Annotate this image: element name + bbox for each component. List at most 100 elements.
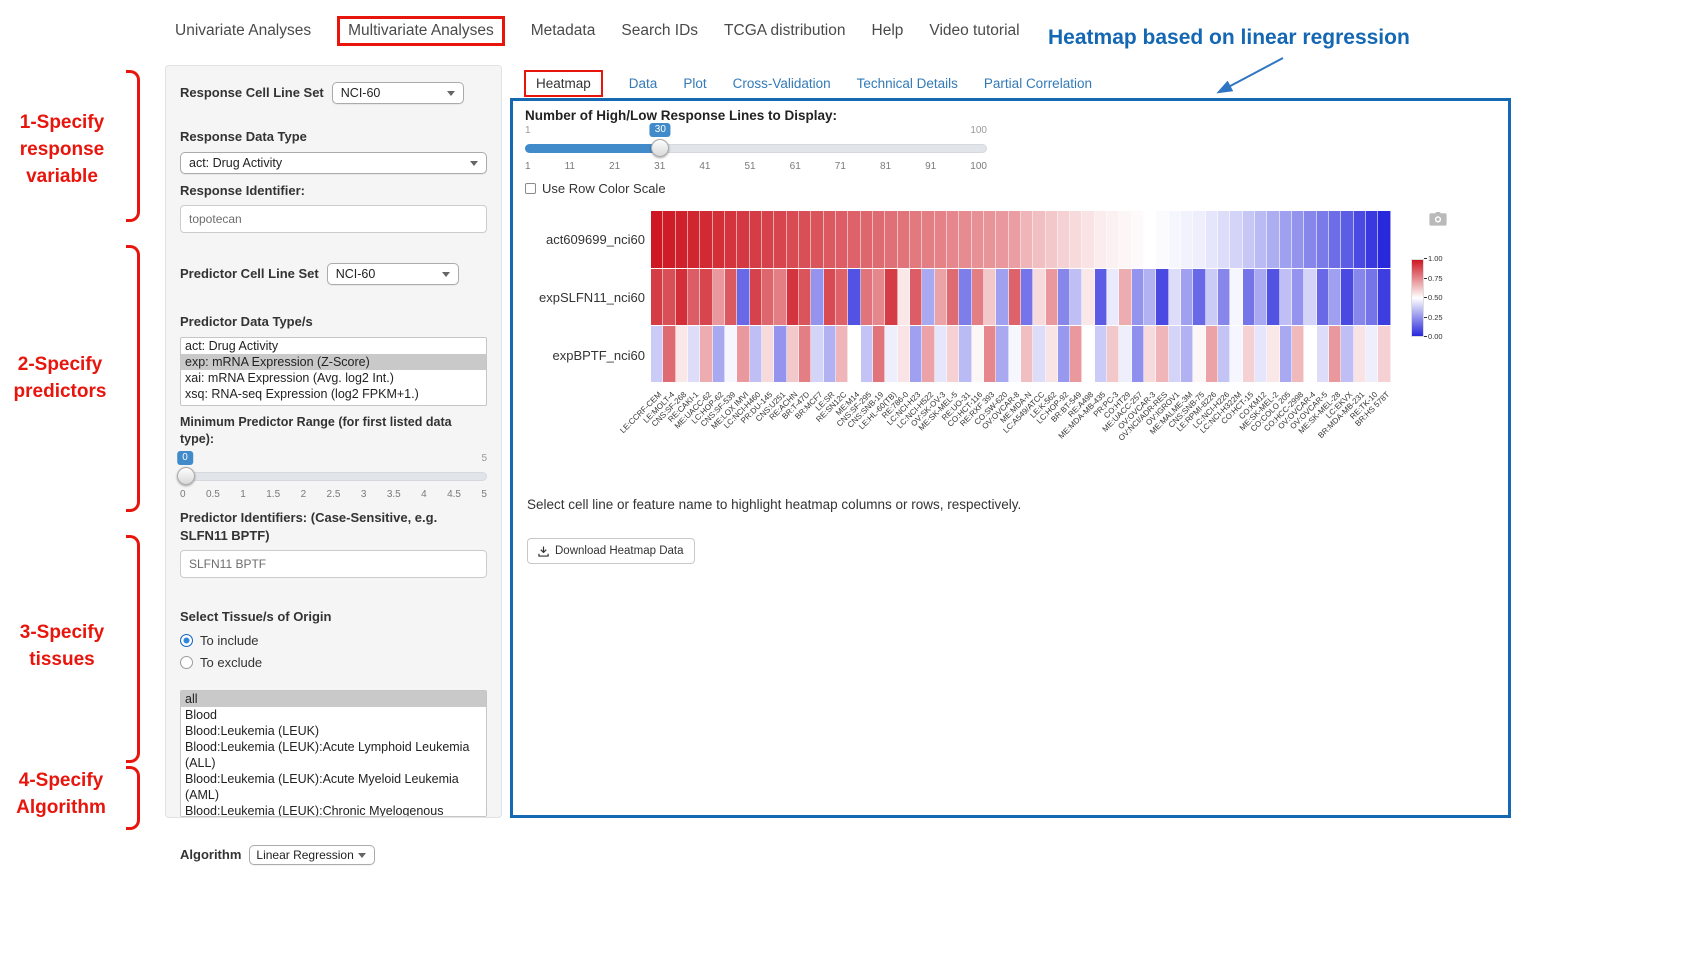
heatmap-cell[interactable]: [1132, 326, 1144, 382]
heatmap-cell[interactable]: [1058, 269, 1070, 325]
nav-item-search-ids[interactable]: Search IDs: [621, 22, 698, 40]
heatmap-cell[interactable]: [750, 269, 762, 325]
heatmap-cell[interactable]: [1193, 326, 1205, 382]
heatmap-cell[interactable]: [1144, 269, 1156, 325]
heatmap-cell[interactable]: [1009, 269, 1021, 325]
heatmap-cell[interactable]: [972, 269, 984, 325]
heatmap-cell[interactable]: [885, 326, 897, 382]
heatmap-cell[interactable]: [1292, 269, 1304, 325]
heatmap-cell[interactable]: [762, 326, 774, 382]
heatmap-cell[interactable]: [799, 211, 811, 268]
heatmap-cell[interactable]: [1304, 211, 1316, 268]
heatmap-cell[interactable]: [1218, 211, 1230, 268]
heatmap-cell[interactable]: [1156, 269, 1168, 325]
row-color-scale-row[interactable]: Use Row Color Scale: [525, 181, 666, 196]
heatmap-cell[interactable]: [947, 211, 959, 268]
heatmap-cell[interactable]: [1107, 269, 1119, 325]
heatmap-cell[interactable]: [1341, 269, 1353, 325]
heatmap-cell[interactable]: [688, 326, 700, 382]
heatmap-cell[interactable]: [848, 269, 860, 325]
heatmap-cell[interactable]: [1082, 211, 1094, 268]
heatmap-cell[interactable]: [1378, 326, 1390, 382]
heatmap-cell[interactable]: [1058, 326, 1070, 382]
heatmap-cell[interactable]: [1033, 269, 1045, 325]
heatmap-cell[interactable]: [1341, 211, 1353, 268]
heatmap-cell[interactable]: [1243, 269, 1255, 325]
tissue-include-radio-row[interactable]: To include: [180, 633, 487, 648]
heatmap-cell[interactable]: [1329, 326, 1341, 382]
heatmap-cell[interactable]: [922, 326, 934, 382]
predictor-cell-line-set-select[interactable]: NCI-60: [327, 263, 459, 285]
heatmap-cell[interactable]: [1046, 211, 1058, 268]
heatmap-cell[interactable]: [1378, 269, 1390, 325]
heatmap-cell[interactable]: [824, 269, 836, 325]
heatmap-cell[interactable]: [910, 269, 922, 325]
heatmap-cell[interactable]: [1132, 211, 1144, 268]
heatmap-cell[interactable]: [1304, 269, 1316, 325]
heatmap-cell[interactable]: [676, 326, 688, 382]
heatmap-cell[interactable]: [676, 269, 688, 325]
tissue-option-blood-leukemia-leuk-acute-lymphoid-leukemia-all[interactable]: Blood:Leukemia (LEUK):Acute Lymphoid Leu…: [181, 739, 486, 771]
heatmap-cell[interactable]: [1255, 211, 1267, 268]
predictor-option-xai-mrna-expression-avg-log2-int[interactable]: xai: mRNA Expression (Avg. log2 Int.): [181, 370, 486, 386]
nav-item-video-tutorial[interactable]: Video tutorial: [929, 22, 1019, 40]
tissue-option-blood-leukemia-leuk-chronic-myelogenous-leukemia-cml[interactable]: Blood:Leukemia (LEUK):Chronic Myelogenou…: [181, 803, 486, 817]
heatmap-cell[interactable]: [1280, 269, 1292, 325]
heatmap-cell[interactable]: [1292, 211, 1304, 268]
heatmap-cell[interactable]: [1230, 269, 1242, 325]
heatmap-cell[interactable]: [861, 269, 873, 325]
heatmap-cell[interactable]: [836, 211, 848, 268]
heatmap-cell[interactable]: [1267, 326, 1279, 382]
tissue-option-blood-leukemia-leuk-acute-myeloid-leukemia-aml[interactable]: Blood:Leukemia (LEUK):Acute Myeloid Leuk…: [181, 771, 486, 803]
heatmap-cell[interactable]: [1169, 211, 1181, 268]
heatmap-cell[interactable]: [750, 211, 762, 268]
heatmap-cell[interactable]: [737, 326, 749, 382]
heatmap-cell[interactable]: [1354, 211, 1366, 268]
heatmap-cell[interactable]: [1366, 326, 1378, 382]
heatmap-cell[interactable]: [959, 326, 971, 382]
heatmap-cell[interactable]: [1243, 211, 1255, 268]
lines-slider[interactable]: 1 100 30 1112131415161718191100: [525, 125, 987, 175]
heatmap-cell[interactable]: [873, 269, 885, 325]
heatmap-cell[interactable]: [1021, 269, 1033, 325]
radio-checked-icon[interactable]: [180, 634, 193, 647]
response-identifier-input[interactable]: [180, 205, 487, 233]
heatmap-cell[interactable]: [824, 326, 836, 382]
response-data-type-select[interactable]: act: Drug Activity: [180, 152, 487, 174]
heatmap-cell[interactable]: [1107, 326, 1119, 382]
heatmap-cell[interactable]: [1378, 211, 1390, 268]
row-color-scale-checkbox[interactable]: [525, 183, 536, 194]
heatmap-cell[interactable]: [1206, 326, 1218, 382]
heatmap-cell[interactable]: [947, 269, 959, 325]
heatmap-cell[interactable]: [836, 326, 848, 382]
heatmap-cell[interactable]: [1119, 326, 1131, 382]
heatmap-cell[interactable]: [1230, 211, 1242, 268]
predictor-identifiers-input[interactable]: [180, 550, 487, 578]
tab-data[interactable]: Data: [629, 76, 658, 91]
heatmap-cell[interactable]: [1329, 269, 1341, 325]
nav-item-help[interactable]: Help: [872, 22, 904, 40]
heatmap-cell[interactable]: [935, 269, 947, 325]
heatmap-cell[interactable]: [910, 326, 922, 382]
heatmap-cell[interactable]: [1317, 211, 1329, 268]
heatmap-cell[interactable]: [1354, 269, 1366, 325]
heatmap-cell[interactable]: [1169, 269, 1181, 325]
tab-technical-details[interactable]: Technical Details: [857, 76, 958, 91]
nav-item-metadata[interactable]: Metadata: [531, 22, 596, 40]
heatmap-cell[interactable]: [1341, 326, 1353, 382]
heatmap-cell[interactable]: [762, 269, 774, 325]
heatmap-row-label-act609699-nci60[interactable]: act609699_nci60: [513, 232, 645, 247]
heatmap-cell[interactable]: [1280, 326, 1292, 382]
heatmap-cell[interactable]: [1181, 326, 1193, 382]
heatmap-cell[interactable]: [663, 326, 675, 382]
heatmap-cell[interactable]: [787, 326, 799, 382]
heatmap-cell[interactable]: [1267, 211, 1279, 268]
heatmap-cell[interactable]: [972, 211, 984, 268]
heatmap-cell[interactable]: [688, 269, 700, 325]
heatmap-cell[interactable]: [898, 269, 910, 325]
heatmap-cell[interactable]: [799, 269, 811, 325]
heatmap-cell[interactable]: [1206, 269, 1218, 325]
heatmap-cell[interactable]: [787, 211, 799, 268]
heatmap-cell[interactable]: [1021, 326, 1033, 382]
heatmap-cell[interactable]: [922, 269, 934, 325]
